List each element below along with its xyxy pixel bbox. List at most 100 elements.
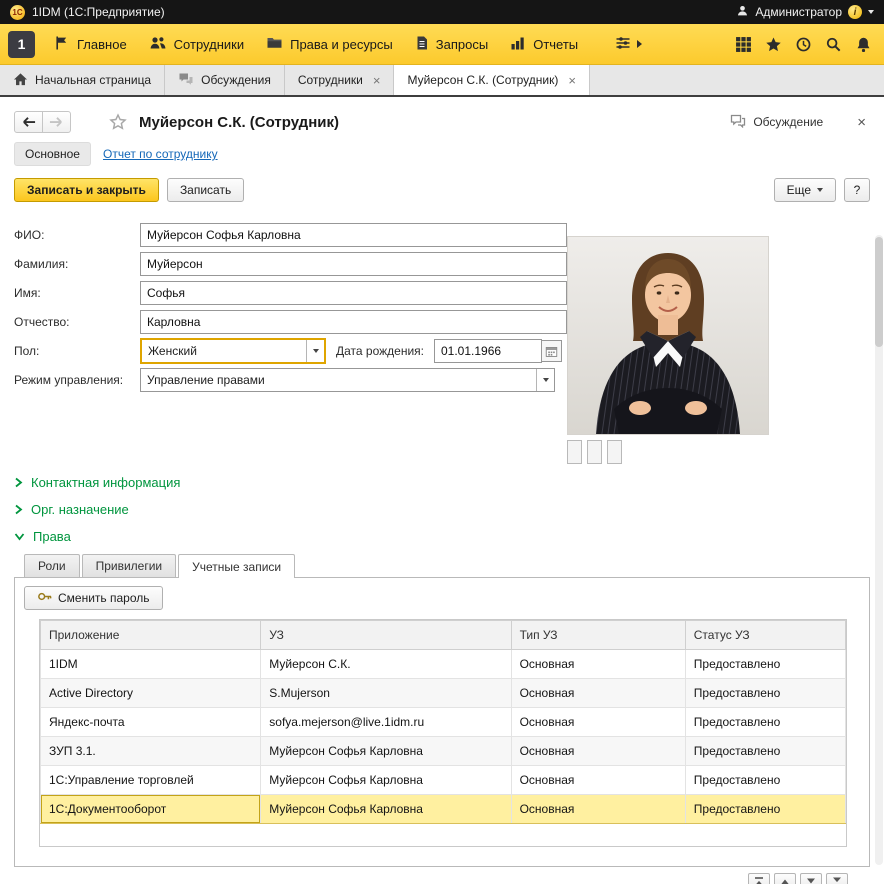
- view-link-employee-report[interactable]: Отчет по сотруднику: [103, 147, 218, 161]
- cell-account[interactable]: S.Mujerson: [261, 679, 511, 708]
- close-tab-icon[interactable]: ×: [373, 73, 381, 88]
- scroll-to-bottom-button[interactable]: [826, 873, 848, 884]
- table-row[interactable]: ЗУП 3.1. Муйерсон Софья Карловна Основна…: [41, 737, 846, 766]
- cell-account-status[interactable]: Предоставлено: [685, 737, 845, 766]
- calendar-button[interactable]: [542, 340, 562, 362]
- cell-account[interactable]: Муйерсон Софья Карловна: [261, 795, 511, 824]
- scroll-up-button[interactable]: [774, 873, 796, 884]
- back-button[interactable]: [14, 111, 43, 133]
- column-header[interactable]: Приложение: [41, 621, 261, 650]
- info-icon[interactable]: i: [848, 5, 862, 19]
- birthdate-input[interactable]: 01.01.1966: [434, 339, 542, 363]
- mgmt-mode-select[interactable]: Управление правами: [140, 368, 555, 392]
- chevron-right-icon: [14, 504, 23, 515]
- all-functions-grid-icon[interactable]: [735, 36, 752, 53]
- cell-account-type[interactable]: Основная: [511, 795, 685, 824]
- cell-account-status[interactable]: Предоставлено: [685, 679, 845, 708]
- menu-item-employees[interactable]: Сотрудники: [138, 24, 255, 64]
- chevron-down-icon: [817, 188, 823, 192]
- firstname-input[interactable]: Софья: [140, 281, 567, 305]
- discussion-button[interactable]: Обсуждение: [730, 114, 823, 131]
- cell-application[interactable]: ЗУП 3.1.: [41, 737, 261, 766]
- gender-select[interactable]: Женский: [140, 338, 326, 364]
- cell-account-status[interactable]: Предоставлено: [685, 795, 845, 824]
- table-row-selected[interactable]: 1С:Документооборот Муйерсон Софья Карлов…: [41, 795, 846, 824]
- tab-employee-card[interactable]: Муйерсон С.К. (Сотрудник) ×: [394, 65, 590, 95]
- tab-accounts[interactable]: Учетные записи: [178, 554, 295, 578]
- employee-photo[interactable]: [567, 236, 769, 435]
- cell-account-type[interactable]: Основная: [511, 708, 685, 737]
- menu-item-reports[interactable]: Отчеты: [499, 24, 589, 64]
- cell-application[interactable]: 1С:Документооборот: [41, 795, 261, 824]
- chevron-down-icon[interactable]: [868, 10, 874, 14]
- table-row[interactable]: Active Directory S.Mujerson Основная Пре…: [41, 679, 846, 708]
- photo-control-button[interactable]: [567, 440, 582, 464]
- cell-account[interactable]: Муйерсон С.К.: [261, 650, 511, 679]
- menu-item-requests[interactable]: Запросы: [404, 24, 499, 64]
- sliders-icon[interactable]: [615, 35, 631, 54]
- cell-account[interactable]: Муйерсон Софья Карловна: [261, 766, 511, 795]
- tab-roles[interactable]: Роли: [24, 554, 80, 577]
- menu-item-main[interactable]: Главное: [43, 24, 138, 64]
- section-org-assignment[interactable]: Орг. назначение: [14, 496, 870, 523]
- help-button[interactable]: ?: [844, 178, 870, 202]
- scroll-to-top-button[interactable]: [748, 873, 770, 884]
- tab-privileges[interactable]: Привилегии: [82, 554, 177, 577]
- cell-account-type[interactable]: Основная: [511, 737, 685, 766]
- column-header[interactable]: Статус УЗ: [685, 621, 845, 650]
- main-menubar: 1 Главное Сотрудники Права и ресурсы Зап…: [0, 24, 884, 65]
- forward-button[interactable]: [42, 111, 71, 133]
- notifications-bell-icon[interactable]: [855, 36, 872, 53]
- column-header[interactable]: УЗ: [261, 621, 511, 650]
- accounts-panel: Сменить пароль Приложение УЗ Тип УЗ Стат…: [14, 577, 870, 867]
- flag-icon: [54, 35, 70, 54]
- tab-home[interactable]: Начальная страница: [0, 65, 165, 95]
- cell-application[interactable]: Active Directory: [41, 679, 261, 708]
- view-tab-main[interactable]: Основное: [14, 142, 91, 166]
- cell-account-status[interactable]: Предоставлено: [685, 766, 845, 795]
- table-row[interactable]: 1IDM Муйерсон С.К. Основная Предоставлен…: [41, 650, 846, 679]
- scroll-down-button[interactable]: [800, 873, 822, 884]
- history-nav-buttons: [14, 111, 71, 133]
- home-icon: [13, 72, 28, 89]
- table-row[interactable]: Яндекс-почта sofya.mejerson@live.1idm.ru…: [41, 708, 846, 737]
- cell-account-type[interactable]: Основная: [511, 679, 685, 708]
- current-user-label[interactable]: Администратор: [755, 5, 842, 19]
- page-scrollbar[interactable]: [875, 235, 883, 865]
- cell-account-type[interactable]: Основная: [511, 766, 685, 795]
- save-and-close-button[interactable]: Записать и закрыть: [14, 178, 159, 202]
- lastname-input[interactable]: Муйерсон: [140, 252, 567, 276]
- close-tab-icon[interactable]: ×: [568, 73, 576, 88]
- change-password-button[interactable]: Сменить пароль: [24, 586, 163, 610]
- cell-application[interactable]: 1С:Управление торговлей: [41, 766, 261, 795]
- history-icon[interactable]: [795, 36, 812, 53]
- save-button[interactable]: Записать: [167, 178, 244, 202]
- menu-item-rights-resources[interactable]: Права и ресурсы: [255, 24, 404, 64]
- cell-account-status[interactable]: Предоставлено: [685, 650, 845, 679]
- photo-control-button[interactable]: [587, 440, 602, 464]
- middlename-input[interactable]: Карловна: [140, 310, 567, 334]
- column-header[interactable]: Тип УЗ: [511, 621, 685, 650]
- section-rights[interactable]: Права: [14, 523, 870, 550]
- overflow-arrow-icon[interactable]: [637, 40, 642, 48]
- scrollbar-thumb[interactable]: [875, 237, 883, 347]
- cell-account-status[interactable]: Предоставлено: [685, 708, 845, 737]
- tab-employees-list[interactable]: Сотрудники ×: [285, 65, 395, 95]
- table-row[interactable]: 1С:Управление торговлей Муйерсон Софья К…: [41, 766, 846, 795]
- cell-account[interactable]: Муйерсон Софья Карловна: [261, 737, 511, 766]
- more-button[interactable]: Еще: [774, 178, 836, 202]
- window-title: 1IDM (1С:Предприятие): [32, 5, 165, 19]
- cell-account-type[interactable]: Основная: [511, 650, 685, 679]
- fio-input[interactable]: Муйерсон Софья Карловна: [140, 223, 567, 247]
- section-contact-info[interactable]: Контактная информация: [14, 469, 870, 496]
- favorite-star-icon[interactable]: [109, 113, 127, 131]
- search-icon[interactable]: [825, 36, 842, 53]
- close-form-icon[interactable]: ×: [857, 114, 870, 131]
- cell-account[interactable]: sofya.mejerson@live.1idm.ru: [261, 708, 511, 737]
- favorites-star-icon[interactable]: [765, 36, 782, 53]
- tab-discussions[interactable]: Обсуждения: [165, 65, 285, 95]
- cell-application[interactable]: Яндекс-почта: [41, 708, 261, 737]
- cell-application[interactable]: 1IDM: [41, 650, 261, 679]
- photo-control-button[interactable]: [607, 440, 622, 464]
- main-menu-button[interactable]: 1: [8, 31, 35, 58]
